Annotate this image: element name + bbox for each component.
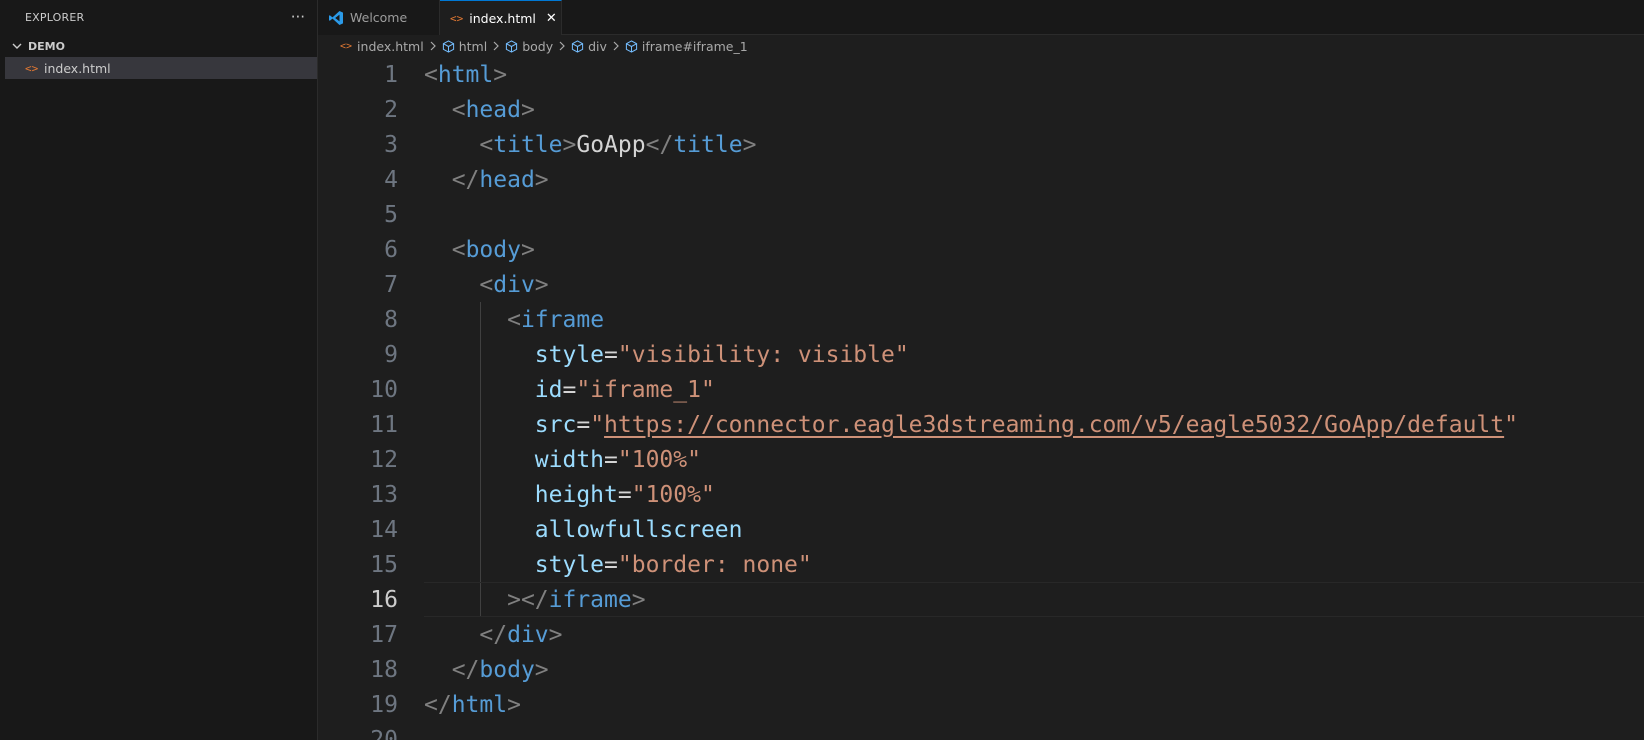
explorer-header: EXPLORER ··· bbox=[0, 0, 317, 35]
code-line: 7 <div> bbox=[318, 267, 1644, 302]
code-line: 13 height="100%" bbox=[318, 477, 1644, 512]
html-file-icon: <> bbox=[450, 11, 464, 25]
code-line: 18 </body> bbox=[318, 652, 1644, 687]
line-number: 17 bbox=[370, 621, 398, 648]
breadcrumb-body[interactable]: body bbox=[505, 39, 553, 54]
line-number: 12 bbox=[370, 446, 398, 473]
code-line: 12 width="100%" bbox=[318, 442, 1644, 477]
folder-demo[interactable]: DEMO bbox=[0, 35, 317, 57]
symbol-element-icon bbox=[505, 39, 518, 53]
code-content: <div> bbox=[479, 271, 549, 298]
code-content: style="visibility: visible" bbox=[534, 341, 909, 368]
chevron-right-icon bbox=[492, 41, 500, 51]
code-line: 5 bbox=[318, 197, 1644, 232]
code-content: width="100%" bbox=[534, 446, 701, 473]
code-content: </html> bbox=[424, 691, 521, 718]
code-line: 4 </head> bbox=[318, 162, 1644, 197]
code-content: </head> bbox=[451, 166, 549, 193]
code-line: 1 <html> bbox=[318, 57, 1644, 92]
line-number: 10 bbox=[370, 376, 398, 403]
code-content: <title>GoApp</title> bbox=[479, 131, 757, 158]
code-content: <head> bbox=[451, 96, 535, 123]
line-number: 18 bbox=[370, 656, 398, 683]
code-content: </body> bbox=[451, 656, 549, 683]
code-line: 10 id="iframe_1" bbox=[318, 372, 1644, 407]
html-file-icon: <> bbox=[25, 61, 39, 75]
line-number: 9 bbox=[384, 341, 398, 368]
code-line: 3 <title>GoApp</title> bbox=[318, 127, 1644, 162]
line-number: 3 bbox=[384, 131, 398, 158]
breadcrumb-file[interactable]: <> index.html bbox=[340, 39, 424, 54]
file-name: index.html bbox=[44, 60, 111, 76]
folder-name: DEMO bbox=[28, 39, 65, 53]
code-editor[interactable]: 1 <html> 2 <head> 3 <title>GoApp</title>… bbox=[318, 57, 1644, 740]
line-number: 4 bbox=[384, 166, 398, 193]
code-line: 2 <head> bbox=[318, 92, 1644, 127]
chevron-right-icon bbox=[558, 41, 566, 51]
file-item-index-html[interactable]: <> index.html bbox=[5, 57, 317, 79]
explorer-sidebar: EXPLORER ··· DEMO <> index.html bbox=[0, 0, 318, 740]
line-number: 7 bbox=[384, 271, 398, 298]
symbol-element-icon bbox=[625, 39, 638, 53]
line-number: 15 bbox=[370, 551, 398, 578]
code-line: 14 allowfullscreen bbox=[318, 512, 1644, 547]
code-line: 15 style="border: none" bbox=[318, 547, 1644, 582]
tab-bar: Welcome <> index.html ✕ bbox=[318, 0, 1644, 35]
vscode-logo-icon bbox=[328, 10, 344, 26]
code-content: ></iframe> bbox=[507, 586, 646, 613]
breadcrumb-div[interactable]: div bbox=[571, 39, 607, 54]
line-number: 14 bbox=[370, 516, 398, 543]
chevron-down-icon bbox=[10, 39, 24, 53]
code-line: 9 style="visibility: visible" bbox=[318, 337, 1644, 372]
breadcrumb-iframe[interactable]: iframe#iframe_1 bbox=[625, 39, 748, 54]
line-number: 2 bbox=[384, 96, 398, 123]
tab-label: Welcome bbox=[350, 10, 408, 25]
symbol-element-icon bbox=[442, 39, 455, 53]
line-number: 20 bbox=[370, 726, 398, 740]
line-number: 1 bbox=[384, 61, 398, 88]
code-content: <html> bbox=[424, 61, 508, 88]
code-content: src="https://connector.eagle3dstreaming.… bbox=[534, 411, 1518, 438]
code-line: 8 <iframe bbox=[318, 302, 1644, 337]
explorer-title: EXPLORER bbox=[25, 11, 85, 24]
line-number: 13 bbox=[370, 481, 398, 508]
tab-label: index.html bbox=[469, 10, 536, 26]
url-link[interactable]: https://connector.eagle3dstreaming.com/v… bbox=[604, 412, 1504, 438]
code-content: <iframe bbox=[507, 306, 605, 333]
code-line-current: 16 ></iframe> bbox=[318, 582, 1644, 617]
code-content: <body> bbox=[451, 236, 535, 263]
code-line: 11 src="https://connector.eagle3dstreami… bbox=[318, 407, 1644, 442]
code-content: style="border: none" bbox=[534, 551, 812, 578]
tab-welcome[interactable]: Welcome bbox=[318, 0, 440, 35]
code-content: </div> bbox=[479, 621, 563, 648]
breadcrumb-html[interactable]: html bbox=[442, 39, 487, 54]
code-line: 6 <body> bbox=[318, 232, 1644, 267]
more-actions-icon[interactable]: ··· bbox=[291, 10, 305, 25]
code-line: 19 </html> bbox=[318, 687, 1644, 722]
breadcrumb: <> index.html html body div iframe#ifram… bbox=[318, 35, 1644, 57]
code-content: id="iframe_1" bbox=[534, 376, 715, 403]
line-number: 16 bbox=[370, 586, 398, 613]
code-content: height="100%" bbox=[534, 481, 715, 508]
tab-index-html[interactable]: <> index.html ✕ bbox=[440, 0, 562, 35]
close-icon[interactable]: ✕ bbox=[546, 11, 557, 26]
chevron-right-icon bbox=[429, 41, 437, 51]
line-number: 6 bbox=[384, 236, 398, 263]
code-content: allowfullscreen bbox=[534, 516, 743, 543]
line-number: 11 bbox=[370, 411, 398, 438]
line-number: 19 bbox=[370, 691, 398, 718]
chevron-right-icon bbox=[612, 41, 620, 51]
code-line: 20 bbox=[318, 722, 1644, 740]
html-file-icon: <> bbox=[340, 40, 353, 52]
symbol-element-icon bbox=[571, 39, 584, 53]
code-line: 17 </div> bbox=[318, 617, 1644, 652]
line-number: 8 bbox=[384, 306, 398, 333]
line-number: 5 bbox=[384, 201, 398, 228]
